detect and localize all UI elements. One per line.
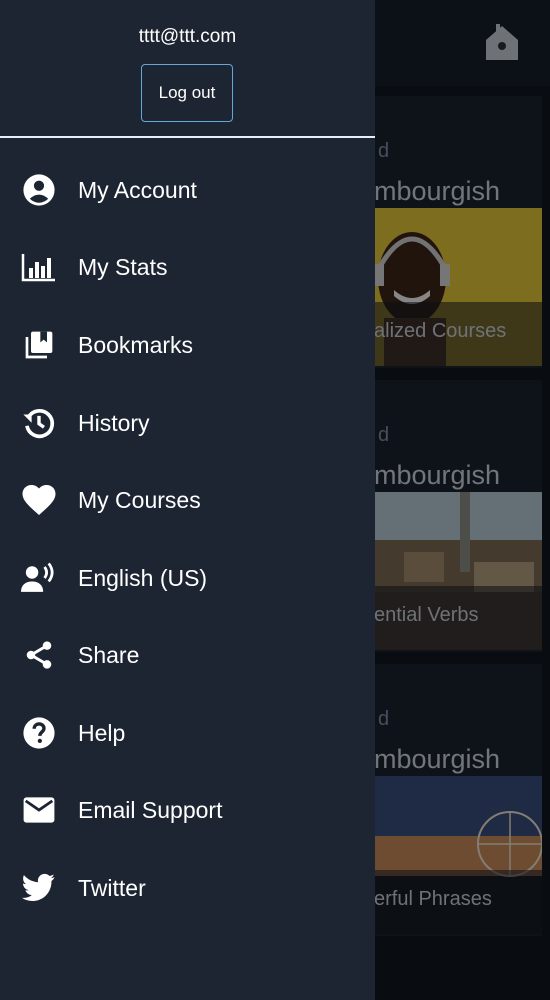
user-email: tttt@ttt.com [138, 26, 237, 47]
help-icon [20, 714, 58, 752]
account-circle-icon [20, 171, 58, 209]
history-icon [20, 404, 58, 442]
menu-item-my-stats[interactable]: My Stats [0, 229, 375, 305]
voice-language-icon [20, 559, 58, 597]
menu-item-label: Bookmarks [78, 331, 194, 358]
menu-item-label: My Account [78, 176, 197, 203]
share-icon [20, 636, 58, 674]
email-icon [20, 791, 58, 829]
menu-item-history[interactable]: History [0, 385, 375, 461]
navigation-drawer: tttt@ttt.com Log out My Account My Stats [0, 0, 375, 1000]
menu-item-share[interactable]: Share [0, 617, 375, 693]
menu-item-my-courses[interactable]: My Courses [0, 462, 375, 538]
menu-item-label: Email Support [78, 796, 223, 823]
menu-item-label: Help [78, 719, 126, 746]
logout-button[interactable]: Log out [141, 64, 233, 122]
heart-icon [20, 481, 58, 519]
menu-item-label: Share [78, 641, 140, 668]
menu-item-label: Twitter [78, 874, 146, 901]
menu-item-my-account[interactable]: My Account [0, 152, 375, 228]
menu-item-help[interactable]: Help [0, 695, 375, 771]
menu-item-label: My Stats [78, 253, 168, 280]
menu-item-twitter[interactable]: Twitter [0, 850, 375, 926]
bookmarks-icon [20, 326, 58, 364]
twitter-icon [20, 869, 58, 907]
menu-item-label: My Courses [78, 486, 201, 513]
menu-item-bookmarks[interactable]: Bookmarks [0, 307, 375, 383]
stats-bar-chart-icon [20, 248, 58, 286]
drawer-divider [0, 136, 375, 138]
menu-item-label: English (US) [78, 564, 208, 591]
menu-item-label: History [78, 409, 150, 436]
menu-item-email-support[interactable]: Email Support [0, 772, 375, 848]
menu-item-language[interactable]: English (US) [0, 540, 375, 616]
